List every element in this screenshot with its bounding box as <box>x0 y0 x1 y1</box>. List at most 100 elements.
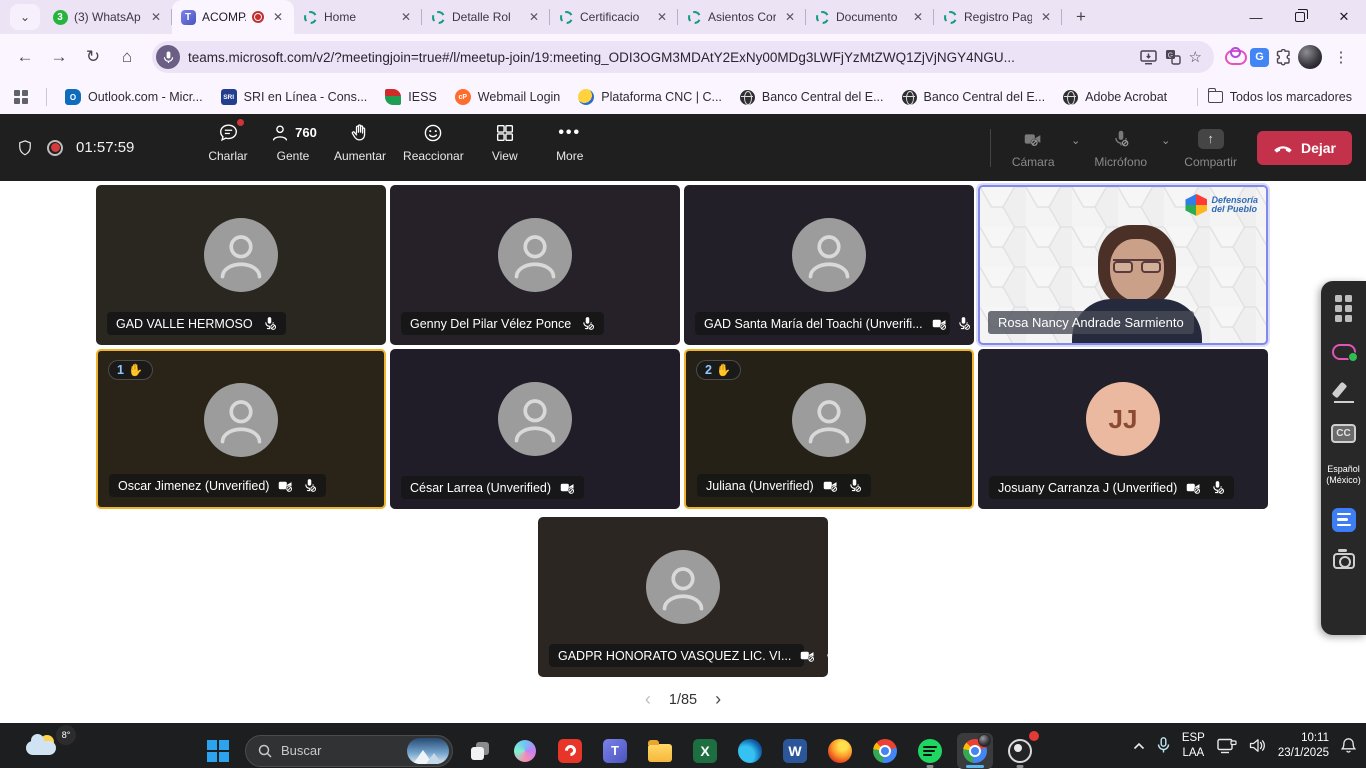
bookmark-banco-central-2[interactable]: Banco Central del E... <box>902 90 1046 105</box>
install-app-icon[interactable] <box>1140 50 1157 65</box>
url-text[interactable]: teams.microsoft.com/v2/?meetingjoin=true… <box>188 50 1132 65</box>
tab-registro-pagos[interactable]: Registro Pag ✕ <box>934 0 1062 34</box>
minimize-button[interactable]: — <box>1234 2 1278 32</box>
word-button[interactable]: W <box>777 733 813 769</box>
home-icon[interactable]: ⌂ <box>112 42 142 72</box>
closed-captions-icon[interactable]: CC <box>1331 424 1355 443</box>
new-tab-button[interactable]: + <box>1068 4 1094 30</box>
tab-certificacion[interactable]: Certificacio ✕ <box>550 0 678 34</box>
start-button[interactable] <box>200 733 236 769</box>
people-button[interactable]: 760 Gente <box>265 119 321 165</box>
next-page-chevron-icon[interactable]: › <box>715 689 721 710</box>
tab-detalle-rol[interactable]: Detalle Rol ✕ <box>422 0 550 34</box>
firefox-button[interactable] <box>822 733 858 769</box>
forward-icon[interactable]: → <box>44 42 74 72</box>
participant-tile[interactable]: Genny Del Pilar Vélez Ponce <box>390 185 680 345</box>
mic-options-chevron-icon[interactable]: ⌄ <box>1161 134 1170 147</box>
google-translate-extension-icon[interactable]: G <box>1250 48 1269 67</box>
camera-button-disabled[interactable]: Cámara <box>1005 125 1061 171</box>
volume-icon[interactable] <box>1249 738 1266 753</box>
tab-close-icon[interactable]: ✕ <box>782 9 798 25</box>
participant-tile[interactable]: César Larrea (Unverified) <box>390 349 680 509</box>
camera-options-chevron-icon[interactable]: ⌄ <box>1071 134 1080 147</box>
file-explorer-button[interactable] <box>642 733 678 769</box>
cloud-extension-icon[interactable] <box>1332 343 1356 360</box>
copilot-button[interactable] <box>507 733 543 769</box>
taskbar-weather-widget[interactable]: 8° <box>16 725 86 766</box>
weather-extension-icon[interactable] <box>1224 49 1246 65</box>
bookmark-banco-central-1[interactable]: Banco Central del E... <box>740 90 884 105</box>
tray-expand-chevron-icon[interactable] <box>1133 742 1145 750</box>
tab-search-chevron-icon[interactable]: ⌄ <box>10 4 40 30</box>
bookmark-outlook[interactable]: O Outlook.com - Micr... <box>65 89 203 105</box>
cnc-icon <box>578 89 594 105</box>
previous-page-chevron-icon[interactable]: ‹ <box>645 689 651 710</box>
reload-icon[interactable]: ↻ <box>78 42 108 72</box>
taskbar-search-box[interactable]: Buscar <box>245 735 453 767</box>
tab-documento[interactable]: Documento ✕ <box>806 0 934 34</box>
bookmark-cnc[interactable]: Plataforma CNC | C... <box>578 89 722 105</box>
apps-grid-icon[interactable] <box>14 90 28 104</box>
leave-meeting-button[interactable]: Dejar <box>1257 131 1352 165</box>
tab-close-icon[interactable]: ✕ <box>910 9 926 25</box>
excel-button[interactable]: X <box>687 733 723 769</box>
browser-profile-avatar[interactable] <box>1298 45 1322 69</box>
participant-tile-hand-raised[interactable]: 1 ✋ Oscar Jimenez (Unverified) <box>96 349 386 509</box>
keyboard-language-indicator[interactable]: ESPLAA <box>1182 731 1205 761</box>
chrome-button[interactable] <box>867 733 903 769</box>
tray-mic-icon[interactable] <box>1157 737 1170 754</box>
chat-button[interactable]: Charlar <box>200 119 256 165</box>
extensions-puzzle-icon[interactable] <box>1275 49 1292 66</box>
all-bookmarks-button[interactable]: Todos los marcadores <box>1208 90 1352 104</box>
site-mic-permission-icon[interactable] <box>156 45 180 69</box>
spotify-button[interactable] <box>912 733 948 769</box>
raise-hand-button[interactable]: Aumentar <box>330 119 390 165</box>
mic-button-disabled[interactable]: Micrófono <box>1090 125 1151 171</box>
react-button[interactable]: View Reaccionar <box>399 119 468 165</box>
network-display-icon[interactable] <box>1217 738 1237 754</box>
more-button[interactable]: ••• More <box>542 119 598 165</box>
chrome-active-button[interactable] <box>957 733 993 769</box>
tab-title: ACOMPA <box>202 10 246 24</box>
clock[interactable]: 10:1123/1/2025 <box>1278 731 1329 761</box>
participant-tile[interactable]: GAD VALLE HERMOSO <box>96 185 386 345</box>
bookmark-webmail[interactable]: cP Webmail Login <box>455 89 560 105</box>
participant-tile[interactable]: GADPR HONORATO VASQUEZ LIC. VI... <box>538 517 828 677</box>
bookmark-iess[interactable]: IESS <box>385 89 437 105</box>
obs-button[interactable] <box>1002 733 1038 769</box>
tab-close-icon[interactable]: ✕ <box>526 9 542 25</box>
teams-app-button[interactable]: T <box>597 733 633 769</box>
participant-tile-hand-raised[interactable]: 2 ✋ Juliana (Unverified) <box>684 349 974 509</box>
notes-icon[interactable] <box>1332 508 1356 532</box>
screenshot-camera-icon[interactable] <box>1333 553 1355 569</box>
close-button[interactable]: ✕ <box>1322 2 1366 32</box>
tab-close-icon[interactable]: ✕ <box>654 9 670 25</box>
edge-button[interactable] <box>732 733 768 769</box>
restore-button[interactable] <box>1278 2 1322 32</box>
tab-close-icon[interactable]: ✕ <box>1038 9 1054 25</box>
bookmark-adobe[interactable]: Adobe Acrobat <box>1063 90 1167 105</box>
notification-bell-icon[interactable] <box>1341 737 1356 754</box>
acrobat-button[interactable] <box>552 733 588 769</box>
bookmark-star-icon[interactable]: ☆ <box>1189 48 1202 66</box>
tab-home[interactable]: Home ✕ <box>294 0 422 34</box>
tab-whatsapp[interactable]: 3 (3) WhatsAp ✕ <box>44 0 172 34</box>
address-bar[interactable]: teams.microsoft.com/v2/?meetingjoin=true… <box>152 41 1214 73</box>
tab-teams-meeting[interactable]: T ACOMPA ✕ <box>172 0 294 34</box>
active-speaker-tile[interactable]: Defensoríadel Pueblo Rosa Nancy Andrade … <box>978 185 1268 345</box>
view-button[interactable]: View <box>477 119 533 165</box>
browser-menu-kebab-icon[interactable]: ⋮ <box>1326 42 1356 72</box>
tab-close-icon[interactable]: ✕ <box>148 9 164 25</box>
task-view-button[interactable] <box>462 733 498 769</box>
tab-close-icon[interactable]: ✕ <box>270 9 286 25</box>
tab-asientos[interactable]: Asientos Cor ✕ <box>678 0 806 34</box>
apps-grid-icon[interactable] <box>1335 295 1352 322</box>
highlighter-icon[interactable] <box>1333 381 1355 403</box>
tab-close-icon[interactable]: ✕ <box>398 9 414 25</box>
back-icon[interactable]: ← <box>10 42 40 72</box>
participant-tile[interactable]: GAD Santa María del Toachi (Unverifi... <box>684 185 974 345</box>
translate-page-icon[interactable]: G <box>1165 49 1181 65</box>
bookmark-sri[interactable]: SRI SRI en Línea - Cons... <box>221 89 368 105</box>
participant-tile[interactable]: JJ Josuany Carranza J (Unverified) <box>978 349 1268 509</box>
share-button[interactable]: ↑ Compartir <box>1180 125 1241 171</box>
